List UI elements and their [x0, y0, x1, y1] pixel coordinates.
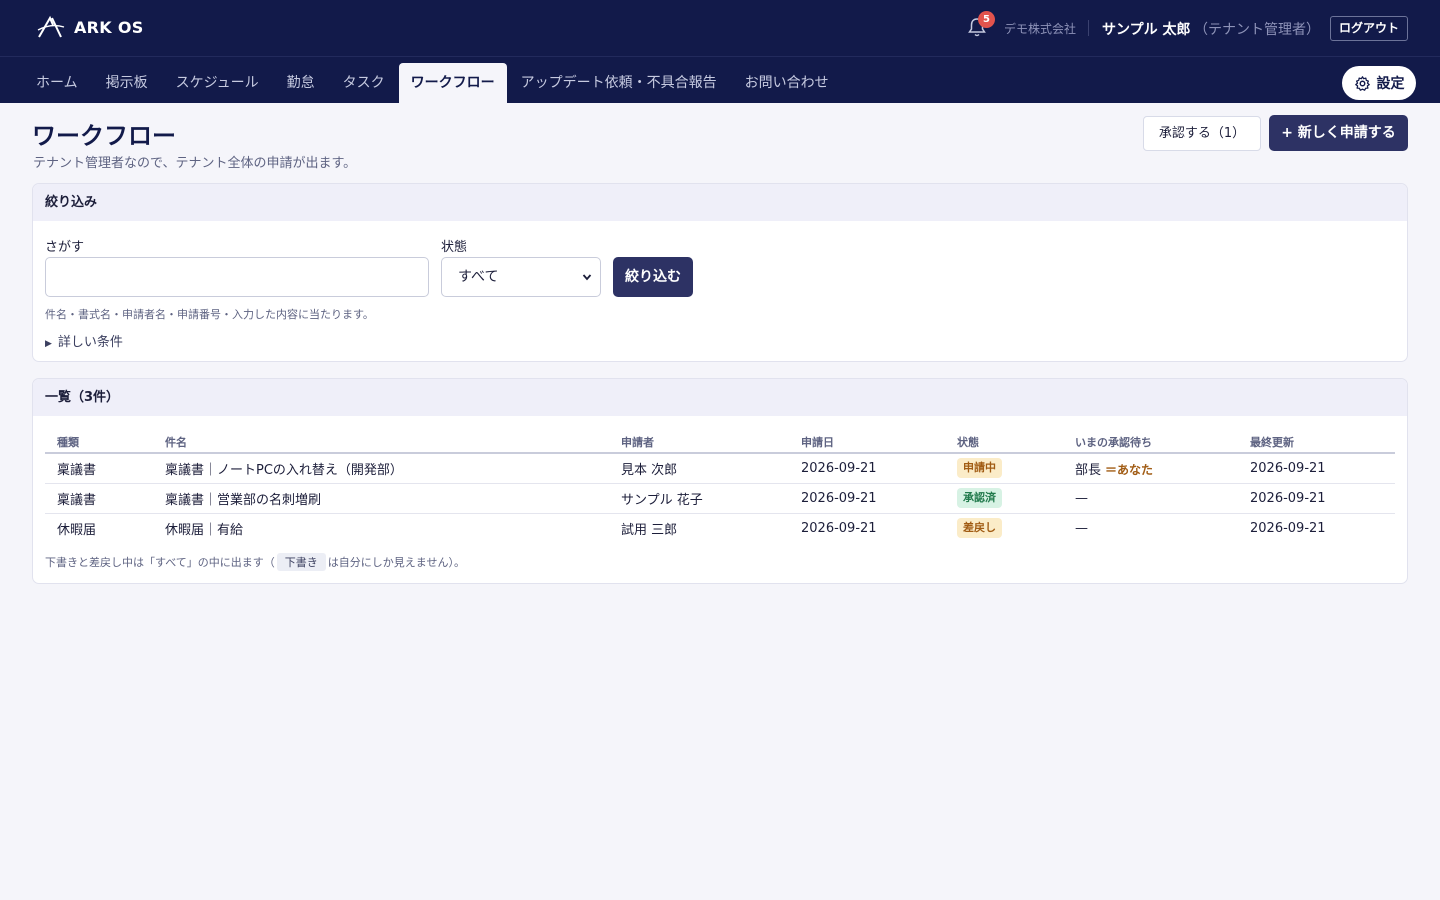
page-subtitle: テナント管理者なので、テナント全体の申請が出ます。 — [33, 156, 357, 171]
cell-type: 休暇届 — [57, 522, 97, 538]
column-header-date[interactable]: 申請日 — [789, 431, 945, 454]
notification-badge: 5 — [978, 11, 995, 28]
column-header-applicant[interactable]: 申請者 — [609, 431, 789, 454]
new-application-button[interactable]: + 新しく申請する — [1269, 115, 1408, 151]
table-header-row: 種類 件名 申請者 申請日 状態 いまの承認待ち 最終更新 — [45, 431, 1395, 454]
nav-item-schedule[interactable]: スケジュール — [162, 63, 273, 103]
status-badge: 差戻し — [957, 518, 1002, 539]
user-role: （テナント管理者） — [1194, 22, 1320, 38]
state-label: 状態 — [441, 240, 468, 255]
cell-type: 稟議書 — [45, 483, 153, 514]
draft-chip: 下書き — [276, 553, 326, 571]
cell-status: 申請中 — [945, 453, 1063, 484]
workflow-table: 種類 件名 申請者 申請日 状態 いまの承認待ち 最終更新 稟議書 稟議書｜ノー… — [45, 431, 1395, 543]
cell-status: 承認済 — [945, 483, 1063, 514]
nav-item-attendance[interactable]: 勤怠 — [273, 63, 329, 103]
page-title: ワークフロー — [32, 122, 176, 150]
table-row[interactable]: 稟議書 稟議書｜営業部の名刺増刷 サンプル 花子 2026-09-21 承認済 … — [45, 483, 1395, 514]
state-select[interactable]: すべて — [441, 257, 601, 297]
settings-label: 設定 — [1376, 76, 1405, 92]
logout-button[interactable]: ログアウト — [1330, 16, 1408, 41]
column-header-updated[interactable]: 最終更新 — [1238, 431, 1395, 454]
ark-logo-icon — [37, 15, 65, 38]
list-footnote: 下書きと差戻し中は「すべて」の中に出ます（ 下書き は自分にしか見えません）。 — [45, 553, 465, 571]
gear-icon — [1354, 75, 1370, 91]
cell-type: 稟議書 — [45, 453, 153, 484]
footnote-text-before: 下書きと差戻し中は「すべて」の中に出ます（ — [45, 556, 275, 569]
waiting-role: 部長 — [1075, 462, 1102, 478]
header-divider-line — [0, 56, 1440, 57]
details-label: 詳しい条件 — [57, 335, 123, 350]
settings-button[interactable]: 設定 — [1342, 66, 1416, 100]
header-divider — [1088, 20, 1089, 36]
footnote-text-after: は自分にしか見えません）。 — [327, 556, 465, 569]
user-name: サンプル 太郎 — [1102, 22, 1191, 38]
column-header-subject[interactable]: 件名 — [153, 431, 609, 454]
column-header-type[interactable]: 種類 — [45, 431, 153, 454]
filter-panel: 絞り込み さがす 状態 すべて 絞り込む 件名・書式名・申請者名・申請番号・入力… — [32, 183, 1408, 362]
cell-applicant: 試用 三郎 — [621, 522, 678, 538]
list-panel: 一覧（3件） 種類 件名 申請者 申請日 状態 いまの承認待ち 最終更新 稟議書… — [32, 378, 1408, 584]
chevron-down-icon — [582, 274, 592, 281]
search-label: さがす — [45, 240, 85, 255]
nav-item-workflow[interactable]: ワークフロー — [398, 63, 507, 103]
cell-date: 2026-09-21 — [789, 483, 945, 514]
triangle-right-icon: ▶ — [45, 339, 52, 349]
column-header-waiting[interactable]: いまの承認待ち — [1063, 431, 1238, 454]
filter-heading: 絞り込み — [33, 184, 1407, 221]
brand-logo[interactable]: ARK OS — [36, 14, 144, 40]
approve-button[interactable]: 承認する（1） — [1143, 116, 1261, 151]
filter-submit-button[interactable]: 絞り込む — [613, 257, 693, 297]
waiting-you-note: ＝あなた — [1105, 462, 1154, 477]
cell-updated: 2026-09-21 — [1238, 453, 1395, 484]
column-header-status[interactable]: 状態 — [945, 431, 1063, 454]
cell-waiting: — — [1063, 483, 1238, 514]
cell-waiting: 部長 ＝あなた — [1063, 453, 1238, 484]
nav-item-board[interactable]: 掲示板 — [92, 63, 162, 103]
cell-status: 差戻し — [945, 513, 1063, 543]
cell-date: 2026-09-21 — [801, 520, 877, 536]
details-toggle[interactable]: ▶ 詳しい条件 — [45, 331, 123, 350]
cell-applicant: 見本 次郎 — [609, 453, 789, 484]
cell-waiting: — — [1075, 520, 1088, 536]
top-header: ARK OS 5 デモ株式会社 サンプル 太郎 （テナント管理者） ログアウト … — [0, 0, 1440, 103]
table-row[interactable]: 休暇届 休暇届｜有給 試用 三郎 2026-09-21 差戻し — 2026-0… — [45, 513, 1395, 543]
status-badge: 申請中 — [957, 458, 1002, 479]
cell-date: 2026-09-21 — [789, 453, 945, 484]
nav-item-update-request[interactable]: アップデート依頼・不具合報告 — [507, 63, 731, 103]
cell-applicant: サンプル 花子 — [609, 483, 789, 514]
table-row[interactable]: 稟議書 稟議書｜ノートPCの入れ替え（開発部） 見本 次郎 2026-09-21… — [45, 453, 1395, 484]
nav-item-tasks[interactable]: タスク — [329, 63, 399, 103]
brand-name: ARK OS — [74, 17, 144, 37]
state-select-value: すべて — [458, 269, 499, 285]
search-hint: 件名・書式名・申請者名・申請番号・入力した内容に当たります。 — [45, 308, 374, 321]
cell-subject-link[interactable]: 休暇届｜有給 — [153, 513, 609, 543]
nav-item-contact[interactable]: お問い合わせ — [731, 63, 843, 103]
status-badge: 承認済 — [957, 488, 1002, 508]
cell-subject-link[interactable]: 稟議書｜ノートPCの入れ替え（開発部） — [153, 453, 609, 484]
cell-updated: 2026-09-21 — [1238, 483, 1395, 514]
list-heading: 一覧（3件） — [33, 379, 1407, 416]
cell-subject-link[interactable]: 稟議書｜営業部の名刺増刷 — [153, 483, 609, 514]
company-name: デモ株式会社 — [1004, 22, 1077, 36]
main-nav: ホーム 掲示板 スケジュール 勤怠 タスク ワークフロー アップデート依頼・不具… — [22, 63, 843, 103]
nav-item-home[interactable]: ホーム — [22, 63, 92, 103]
cell-updated: 2026-09-21 — [1250, 520, 1326, 536]
search-input[interactable] — [45, 257, 429, 297]
